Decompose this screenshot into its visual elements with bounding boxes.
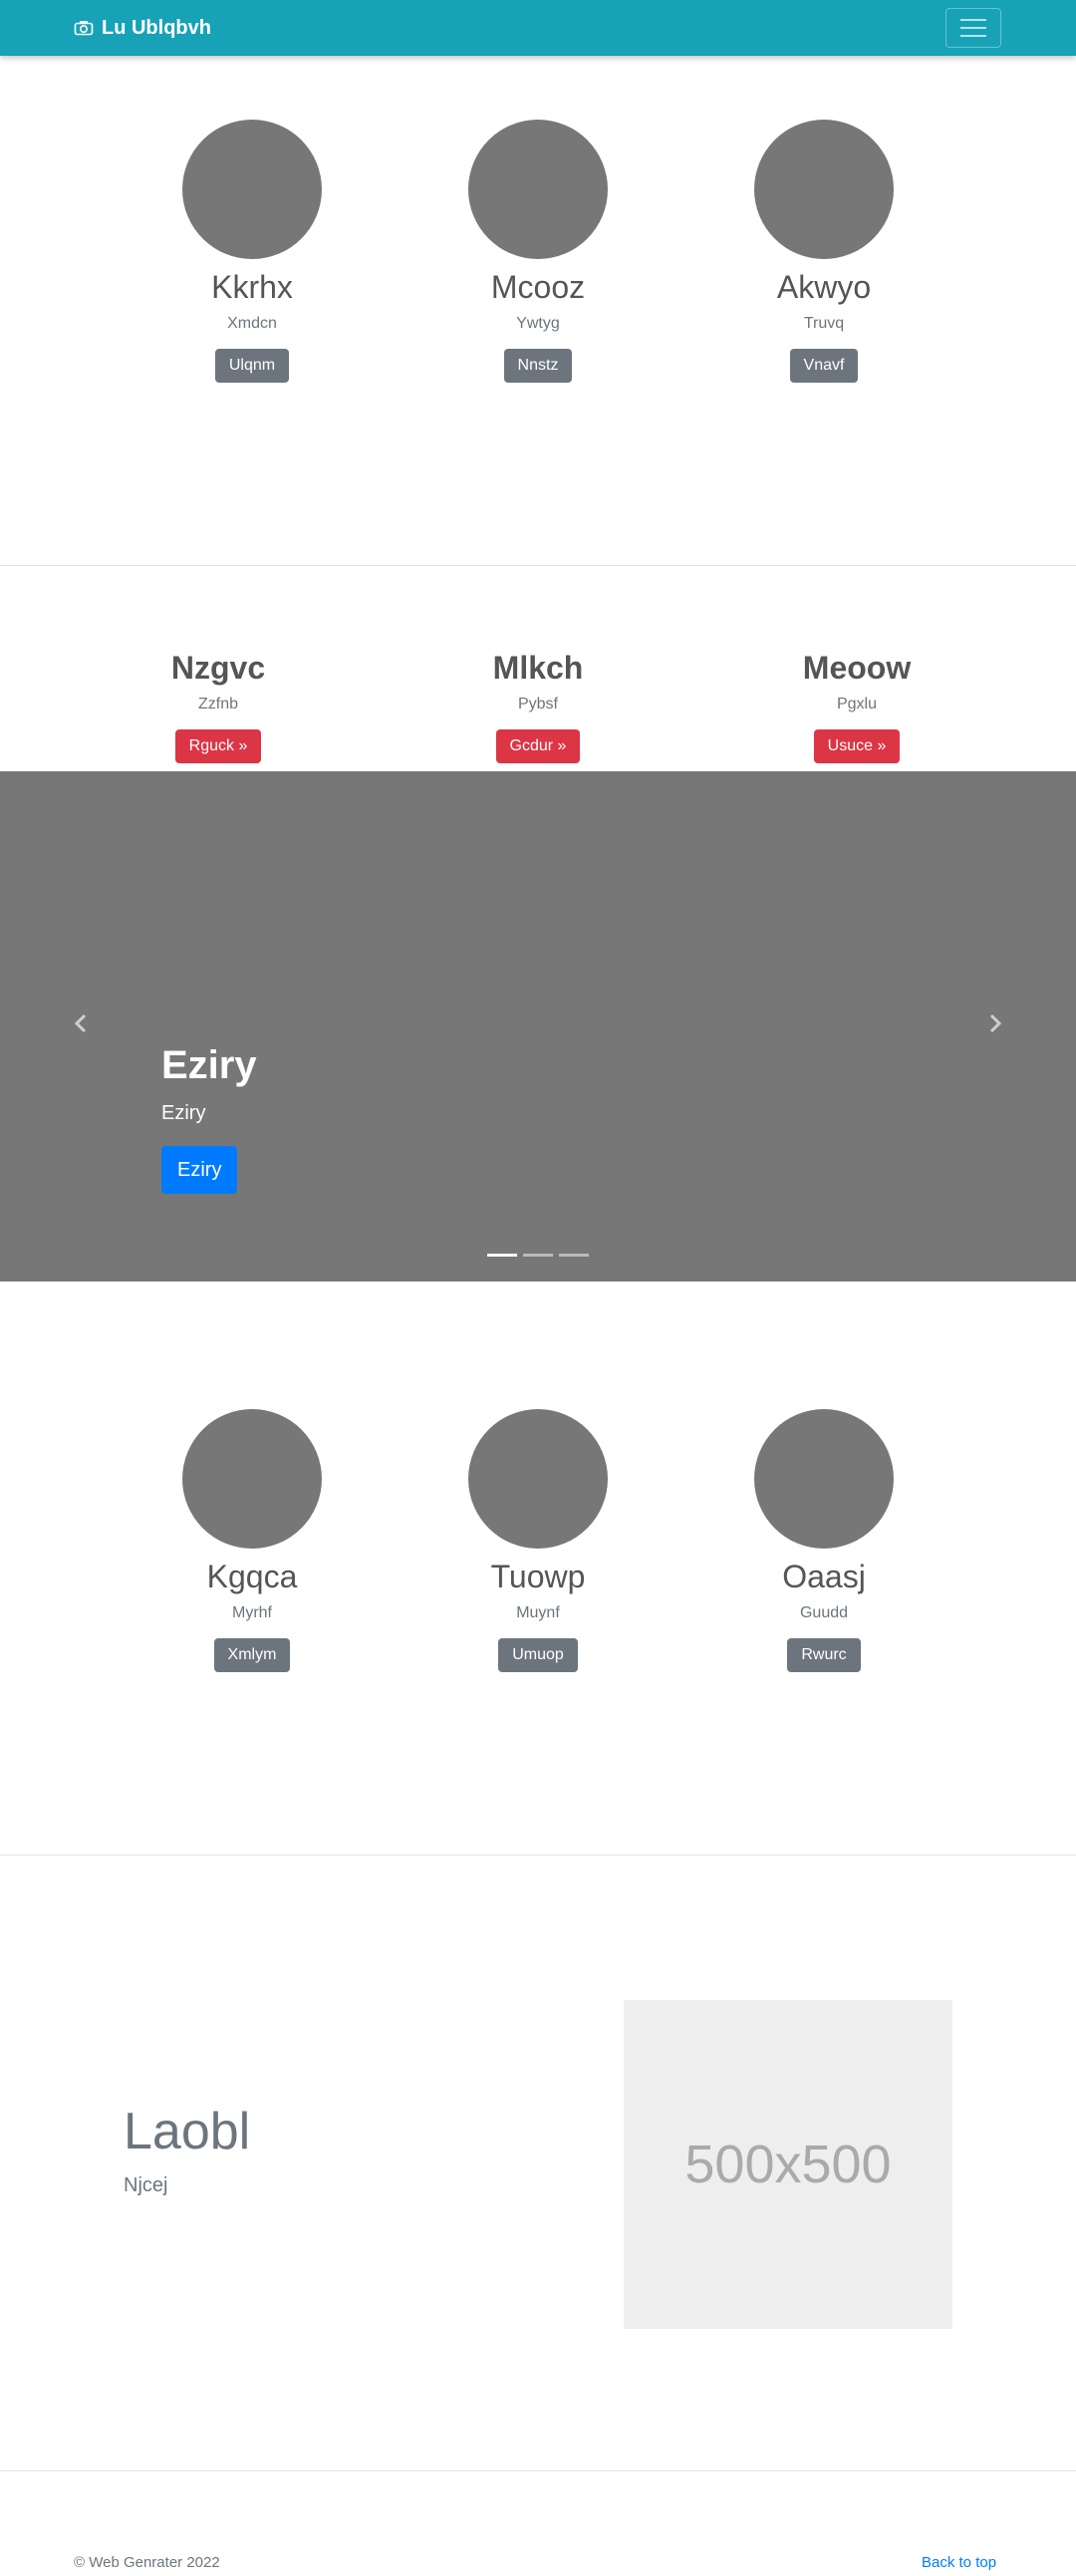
carousel-caption-title: Eziry: [161, 1043, 257, 1087]
card-name: Akwyo: [776, 269, 872, 305]
card-name: Kgqca: [206, 1559, 298, 1594]
carousel-indicator[interactable]: [559, 1254, 589, 1257]
camera-icon: [74, 21, 94, 36]
card-button[interactable]: Vnavf: [789, 349, 859, 383]
back-to-top-link[interactable]: Back to top: [922, 2554, 996, 2572]
profile-card: Oaasj Guudd Rwurc: [724, 1409, 924, 1672]
carousel-caption-subtitle: Eziry: [161, 1102, 206, 1124]
avatar-placeholder: [754, 120, 894, 259]
footer-divider: [0, 2470, 1076, 2471]
avatar-placeholder: [468, 1409, 608, 1549]
carousel-caption-button[interactable]: Eziry: [161, 1146, 238, 1194]
navbar-toggler-button[interactable]: [945, 8, 1001, 48]
featurette-subheading: Njcej: [124, 2174, 168, 2196]
section-divider: [0, 1855, 1076, 1856]
profile-card: Akwyo Truvq Vnavf: [724, 120, 924, 383]
carousel-next-button[interactable]: [980, 1008, 1010, 1038]
heading-name: Meoow: [802, 650, 912, 686]
card-button[interactable]: Rwurc: [787, 1638, 861, 1672]
profile-card: Kgqca Myrhf Xmlym: [152, 1409, 352, 1672]
section-divider: [0, 565, 1076, 566]
card-subtitle: Guudd: [799, 1604, 849, 1621]
profile-card: Mcooz Ywtyg Nnstz: [438, 120, 638, 383]
avatar-placeholder: [754, 1409, 894, 1549]
card-button[interactable]: Nnstz: [503, 349, 573, 383]
heading-subtitle: Pybsf: [517, 696, 558, 713]
card-subtitle: Muynf: [516, 1604, 560, 1621]
carousel-indicators: [0, 1254, 1076, 1257]
brand-link[interactable]: Lu Ublqbvh: [74, 0, 211, 56]
heading-card: Nzgvc Zzfnb Rguck »: [109, 648, 328, 763]
heading-name: Mlkch: [492, 650, 584, 686]
avatar-placeholder: [468, 120, 608, 259]
card-button[interactable]: Xmlym: [213, 1638, 291, 1672]
card-name: Mcooz: [490, 269, 586, 305]
placeholder-label: 500x500: [684, 2135, 892, 2194]
navbar: Lu Ublqbvh: [0, 0, 1076, 56]
image-placeholder: 500x500: [624, 2000, 952, 2329]
card-button[interactable]: Umuop: [498, 1638, 578, 1672]
profile-card: Kkrhx Xmdcn Ulqnm: [152, 120, 352, 383]
avatar-placeholder: [182, 120, 322, 259]
card-subtitle: Truvq: [803, 315, 845, 332]
card-subtitle: Myrhf: [232, 1604, 272, 1621]
heading-name: Nzgvc: [170, 650, 266, 686]
hamburger-icon: [960, 19, 986, 21]
card-name: Oaasj: [782, 1559, 866, 1594]
heading-button[interactable]: Gcdur »: [495, 729, 581, 763]
card-name: Tuowp: [490, 1559, 586, 1594]
card-subtitle: Xmdcn: [227, 315, 277, 332]
avatar-placeholder: [182, 1409, 322, 1549]
carousel: Eziry Eziry Eziry: [0, 771, 1076, 1282]
heading-button[interactable]: Rguck »: [174, 729, 262, 763]
card-subtitle: Ywtyg: [516, 315, 560, 332]
featurette-heading: Laobl: [124, 2103, 251, 2160]
carousel-indicator[interactable]: [523, 1254, 553, 1257]
heading-card: Meoow Pgxlu Usuce »: [747, 648, 966, 763]
footer-copyright: © Web Genrater 2022: [74, 2554, 220, 2571]
heading-button[interactable]: Usuce »: [813, 729, 901, 763]
heading-subtitle: Zzfnb: [197, 696, 238, 713]
heading-subtitle: Pgxlu: [836, 696, 878, 713]
heading-card: Mlkch Pybsf Gcdur »: [428, 648, 648, 763]
chevron-left-icon: [74, 1013, 87, 1033]
card-name: Kkrhx: [211, 269, 293, 305]
chevron-right-icon: [989, 1013, 1002, 1033]
brand-text: Lu Ublqbvh: [102, 16, 211, 39]
profile-card: Tuowp Muynf Umuop: [438, 1409, 638, 1672]
card-button[interactable]: Ulqnm: [214, 349, 290, 383]
carousel-indicator[interactable]: [487, 1254, 517, 1257]
carousel-prev-button[interactable]: [66, 1008, 96, 1038]
